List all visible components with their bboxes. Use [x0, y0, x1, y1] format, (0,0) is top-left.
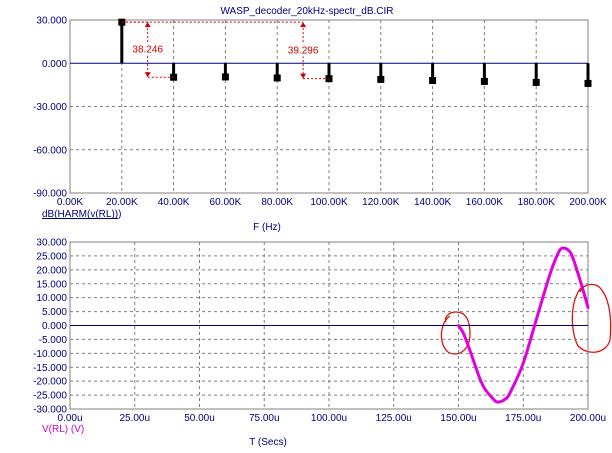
top-x-tick-label: 60.00K — [210, 197, 242, 208]
hand-drawn-circle-end — [571, 283, 612, 353]
bottom-y-tick-label: -10.000 — [33, 349, 67, 360]
top-x-tick-label: 120.00K — [362, 197, 400, 208]
bottom-x-tick-label: 125.00u — [376, 413, 412, 424]
spectrum-marker — [273, 74, 281, 82]
bottom-x-tick-label: 150.00u — [440, 413, 476, 424]
top-x-tick-label: 200.00K — [569, 197, 607, 208]
spectrum-marker — [429, 77, 437, 85]
bottom-y-tick-label: -25.000 — [33, 391, 67, 402]
annotation-arrow-up — [300, 22, 307, 28]
bottom-y-tick-label: 25.000 — [36, 251, 67, 262]
annotation-arrow-down — [300, 73, 307, 79]
top-x-tick-label: 180.00K — [518, 197, 556, 208]
bottom-chart-ylabel: V(RL) (V) — [42, 424, 84, 435]
top-y-tick-label: 0.000 — [42, 59, 67, 70]
top-x-tick-label: 140.00K — [414, 197, 452, 208]
top-chart-xlabel: F (Hz) — [253, 222, 281, 233]
annotation-label: 38.246 — [132, 45, 163, 56]
bottom-y-tick-label: -15.000 — [33, 363, 67, 374]
bottom-y-tick-label: 30.000 — [36, 238, 67, 249]
top-chart-title: WASP_decoder_20kHz-spectr_dB.CIR — [220, 6, 393, 17]
bottom-x-tick-label: 75.00u — [249, 413, 280, 424]
top-y-tick-label: 30.000 — [36, 16, 67, 27]
spectrum-marker — [377, 75, 385, 83]
bottom-x-tick-label: 175.00u — [505, 413, 541, 424]
annotation-arrow-down — [144, 72, 151, 78]
bottom-x-tick-label: 25.00u — [119, 413, 150, 424]
bottom-y-tick-label: -5.000 — [39, 335, 68, 346]
top-y-tick-label: -60.000 — [33, 145, 67, 156]
bottom-y-tick-label: 15.000 — [36, 279, 67, 290]
top-x-tick-label: 20.00K — [106, 197, 138, 208]
annotation-arrow-up — [144, 22, 151, 28]
top-x-tick-label: 80.00K — [261, 197, 293, 208]
spectrum-marker — [221, 73, 229, 81]
bottom-y-tick-label: 20.000 — [36, 265, 67, 276]
plot-window: WASP_decoder_20kHz-spectr_dB.CIR dB(HARM… — [0, 0, 612, 453]
spectrum-marker — [480, 77, 488, 85]
bottom-y-tick-label: 10.000 — [36, 293, 67, 304]
top-y-tick-label: -30.000 — [33, 102, 67, 113]
bottom-chart-xlabel: T (Secs) — [249, 437, 287, 448]
top-x-tick-label: 40.00K — [158, 197, 190, 208]
hand-drawn-circle-start — [440, 311, 471, 355]
top-x-tick-label: 100.00K — [310, 197, 348, 208]
spectrum-marker — [584, 79, 592, 87]
bottom-y-tick-label: 5.000 — [42, 307, 67, 318]
spectrum-marker — [532, 78, 540, 86]
top-x-tick-label: 160.00K — [466, 197, 504, 208]
bottom-x-tick-label: 200.00u — [570, 413, 606, 424]
bottom-y-tick-label: 0.000 — [42, 321, 67, 332]
annotation-label: 39.296 — [288, 45, 319, 56]
bottom-x-tick-label: 50.00u — [184, 413, 215, 424]
top-y-tick-label: -90.000 — [33, 189, 67, 200]
bottom-y-tick-label: -20.000 — [33, 377, 67, 388]
charts-svg: WASP_decoder_20kHz-spectr_dB.CIR dB(HARM… — [33, 6, 612, 448]
bottom-y-tick-label: -30.000 — [33, 405, 67, 416]
bottom-x-tick-label: 100.00u — [311, 413, 347, 424]
